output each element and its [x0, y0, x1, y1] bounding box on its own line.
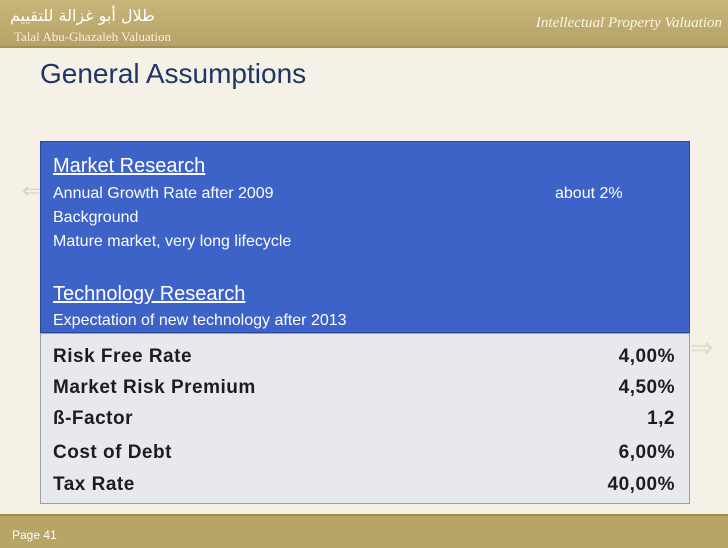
assumption-row: Market Risk Premium 4,50%	[53, 377, 675, 405]
page-number: Page 41	[12, 528, 57, 542]
firm-name-arabic: طلال أبو غزالة للتقييم	[10, 6, 155, 25]
assumption-label: Tax Rate	[53, 474, 135, 495]
right-arrow-icon: ⇒	[690, 332, 714, 363]
market-research-heading: Market Research	[53, 155, 206, 177]
assumption-label: Market Risk Premium	[53, 377, 256, 398]
assumption-row: Risk Free Rate 4,00%	[53, 346, 675, 374]
assumption-row: Cost of Debt 6,00%	[53, 442, 675, 470]
technology-text: Expectation of new technology after 2013	[53, 312, 347, 329]
assumption-value: 4,50%	[618, 377, 675, 398]
firm-name: Talal Abu-Ghazaleh Valuation	[14, 29, 171, 44]
slide-title: General Assumptions	[40, 58, 307, 89]
assumptions-table: Risk Free Rate 4,00% Market Risk Premium…	[40, 333, 690, 504]
header-tagline: Intellectual Property Valuation	[535, 15, 722, 31]
assumption-value: 6,00%	[618, 442, 675, 463]
assumption-value: 4,00%	[618, 346, 675, 367]
assumption-label: ß-Factor	[53, 408, 133, 429]
assumption-value: 40,00%	[607, 474, 675, 495]
background-label: Background	[53, 209, 139, 226]
assumption-label: Cost of Debt	[53, 442, 172, 463]
assumption-row: Tax Rate 40,00%	[53, 474, 675, 502]
assumption-label: Risk Free Rate	[53, 346, 193, 367]
assumption-value: 1,2	[647, 408, 675, 429]
technology-research-heading: Technology Research	[53, 283, 246, 305]
background-text: Mature market, very long lifecycle	[53, 233, 292, 250]
market-research-box: Market Research Annual Growth Rate after…	[40, 141, 690, 333]
assumption-row: ß-Factor 1,2	[53, 408, 675, 436]
footer-band	[0, 514, 728, 548]
growth-rate-value: about 2%	[555, 185, 623, 202]
growth-rate-label: Annual Growth Rate after 2009	[53, 185, 274, 202]
